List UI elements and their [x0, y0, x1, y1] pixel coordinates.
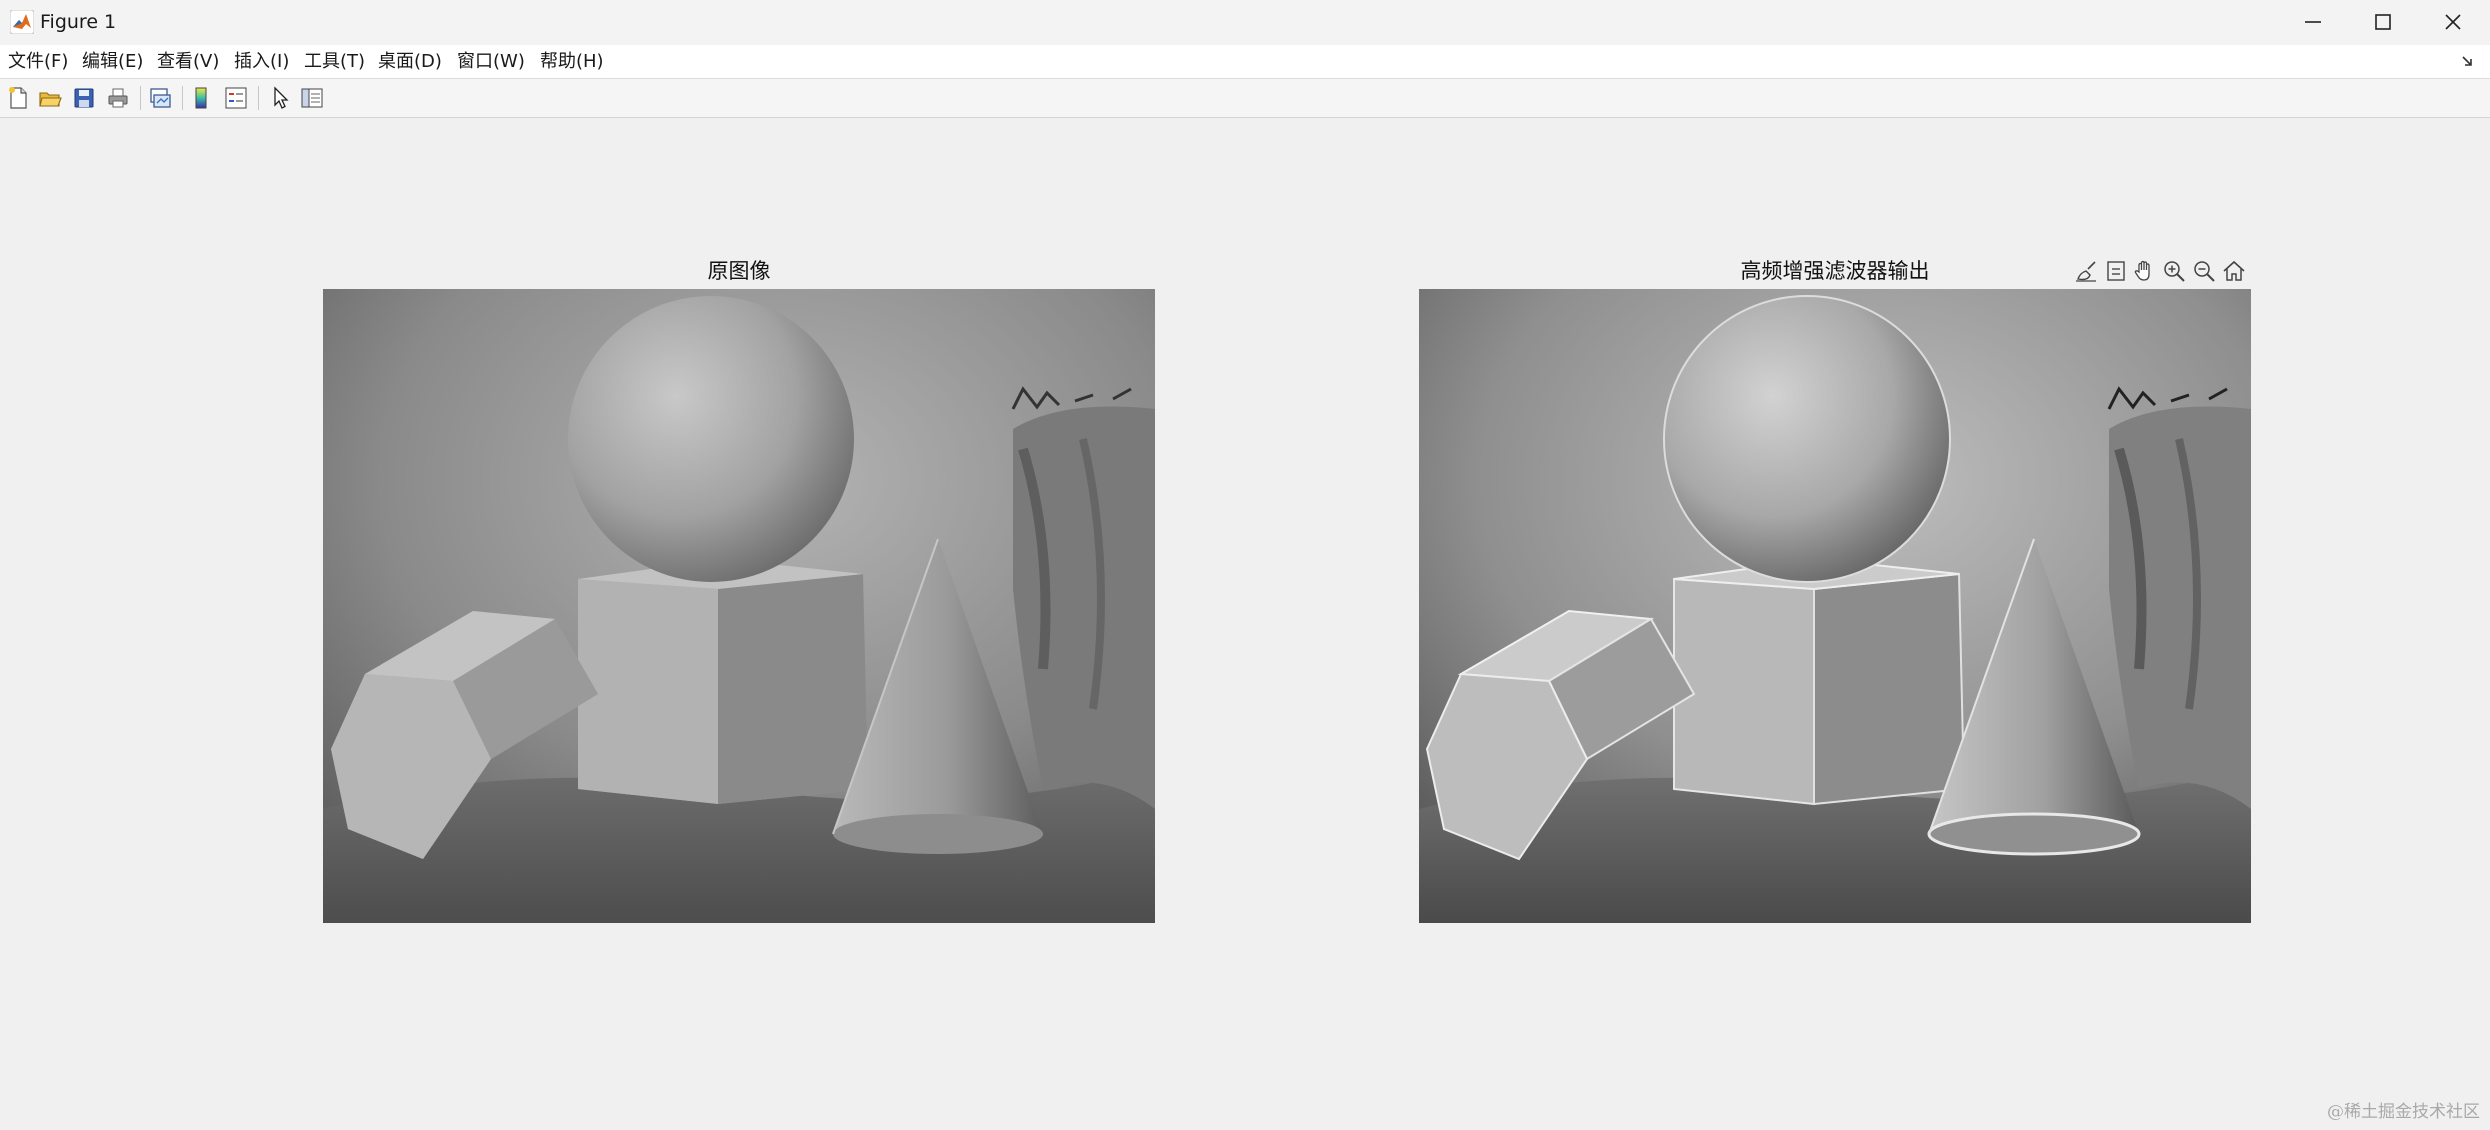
link-plot-button[interactable] [146, 84, 174, 112]
home-button[interactable] [2220, 256, 2248, 286]
toolbar-separator [140, 86, 141, 110]
minimize-button[interactable] [2278, 0, 2348, 45]
save-icon [74, 88, 94, 108]
legend-button[interactable] [222, 84, 250, 112]
zoom-out-button[interactable] [2190, 256, 2218, 286]
original-image[interactable] [323, 289, 1155, 923]
enhanced-image[interactable] [1419, 289, 2251, 923]
dock-arrow-icon[interactable] [2460, 53, 2476, 69]
datatip-button[interactable] [2102, 256, 2130, 286]
edit-plot-arrow-icon [274, 86, 289, 109]
open-file-icon [39, 92, 62, 107]
menu-help[interactable]: 帮助(H) [540, 51, 604, 73]
close-button[interactable] [2418, 0, 2488, 45]
menu-insert[interactable]: 插入(I) [234, 51, 289, 73]
toolbar-separator [258, 86, 259, 110]
brush-icon [2076, 261, 2096, 282]
menu-edit[interactable]: 编辑(E) [82, 51, 143, 73]
link-plot-icon [150, 88, 171, 108]
close-icon [2445, 14, 2461, 30]
property-inspector-button[interactable] [298, 84, 326, 112]
minimize-icon [2305, 21, 2321, 23]
zoom-in-icon [2164, 261, 2185, 282]
watermark: @稀土掘金技术社区 [2327, 1102, 2480, 1122]
maximize-icon [2375, 14, 2391, 30]
zoom-out-icon [2194, 261, 2215, 282]
new-figure-icon [9, 87, 27, 109]
title-bar: Figure 1 [0, 0, 2490, 46]
zoom-in-button[interactable] [2160, 256, 2188, 286]
home-icon [2223, 260, 2245, 281]
new-figure-button[interactable] [4, 84, 32, 112]
toolbar-separator [182, 86, 183, 110]
print-button[interactable] [104, 84, 132, 112]
legend-icon [225, 87, 247, 109]
print-icon [108, 88, 128, 108]
maximize-button[interactable] [2348, 0, 2418, 45]
menu-view[interactable]: 查看(V) [157, 51, 219, 73]
brush-button[interactable] [2072, 256, 2100, 286]
save-button[interactable] [70, 84, 98, 112]
property-inspector-icon [301, 88, 323, 108]
figure-toolbar [0, 79, 2490, 118]
menu-window[interactable]: 窗口(W) [457, 51, 525, 73]
pan-button[interactable] [2130, 256, 2158, 286]
menu-desktop[interactable]: 桌面(D) [378, 51, 442, 73]
datatip-icon [2107, 261, 2125, 281]
menu-file[interactable]: 文件(F) [8, 51, 68, 73]
colorbar-icon [195, 87, 207, 109]
axes-title-original: 原图像 [707, 259, 771, 283]
window-title: Figure 1 [40, 11, 117, 33]
matlab-icon [10, 10, 34, 34]
open-file-button[interactable] [36, 84, 64, 112]
menu-tools[interactable]: 工具(T) [304, 51, 365, 73]
colorbar-button[interactable] [188, 84, 216, 112]
menu-bar: 文件(F) 编辑(E) 查看(V) 插入(I) 工具(T) 桌面(D) 窗口(W… [0, 45, 2490, 79]
pan-hand-icon [2134, 260, 2150, 281]
edit-plot-button[interactable] [266, 84, 294, 112]
